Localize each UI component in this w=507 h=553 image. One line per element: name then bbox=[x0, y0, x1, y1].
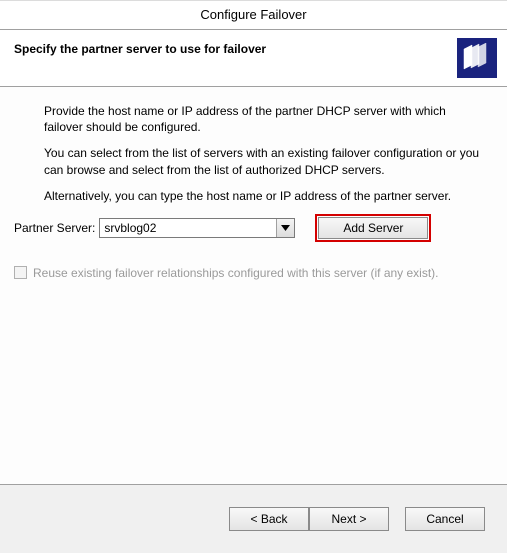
next-button[interactable]: Next > bbox=[309, 507, 389, 531]
chevron-down-icon bbox=[281, 225, 290, 231]
window-title: Configure Failover bbox=[0, 1, 507, 29]
partner-server-row: Partner Server: Add Server bbox=[44, 214, 483, 242]
wizard-header: Specify the partner server to use for fa… bbox=[0, 29, 507, 87]
partner-server-combobox[interactable] bbox=[99, 218, 295, 238]
reuse-relationships-row: Reuse existing failover relationships co… bbox=[14, 266, 483, 280]
add-server-highlight: Add Server bbox=[315, 214, 431, 242]
intro-paragraph-2: You can select from the list of servers … bbox=[44, 145, 483, 177]
page-heading: Specify the partner server to use for fa… bbox=[14, 30, 266, 56]
wizard-window: Configure Failover Specify the partner s… bbox=[0, 0, 507, 552]
partner-server-label: Partner Server: bbox=[14, 221, 95, 235]
wizard-footer: < Back Next > Cancel bbox=[0, 485, 507, 553]
add-server-button[interactable]: Add Server bbox=[318, 217, 428, 239]
reuse-relationships-label: Reuse existing failover relationships co… bbox=[33, 266, 439, 280]
reuse-relationships-checkbox bbox=[14, 266, 27, 279]
intro-paragraph-1: Provide the host name or IP address of t… bbox=[44, 103, 483, 135]
back-button[interactable]: < Back bbox=[229, 507, 309, 531]
servers-icon bbox=[457, 38, 497, 78]
cancel-button[interactable]: Cancel bbox=[405, 507, 485, 531]
intro-paragraph-3: Alternatively, you can type the host nam… bbox=[44, 188, 483, 204]
partner-server-dropdown-button[interactable] bbox=[276, 219, 294, 237]
partner-server-input[interactable] bbox=[100, 219, 276, 237]
wizard-content: Provide the host name or IP address of t… bbox=[0, 87, 507, 485]
